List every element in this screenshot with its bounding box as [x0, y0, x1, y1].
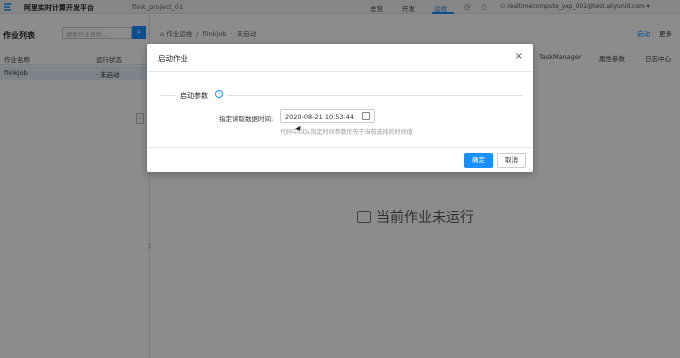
confirm-button[interactable]: 确定: [464, 153, 493, 168]
cancel-button[interactable]: 取消: [497, 153, 526, 168]
section-title: 启动参数: [180, 92, 208, 100]
section-divider: [227, 95, 523, 96]
dialog-title: 启动作业: [158, 54, 188, 63]
start-time-value: 2020-08-21 10:53:44: [285, 113, 355, 121]
start-time-label: 指定读取数据时间:: [219, 115, 274, 123]
section-divider: [161, 95, 176, 96]
dialog-footer-divider: [147, 147, 533, 148]
start-time-picker[interactable]: 2020-08-21 10:53:44: [280, 109, 375, 123]
calendar-icon[interactable]: [362, 112, 370, 120]
info-icon[interactable]: i: [215, 90, 223, 98]
close-icon[interactable]: ×: [515, 51, 523, 62]
dialog-header: 启动作业 ×: [147, 44, 533, 72]
start-job-dialog: 启动作业 × 启动参数 i 指定读取数据时间: 2020-08-21 10:53…: [147, 44, 533, 172]
